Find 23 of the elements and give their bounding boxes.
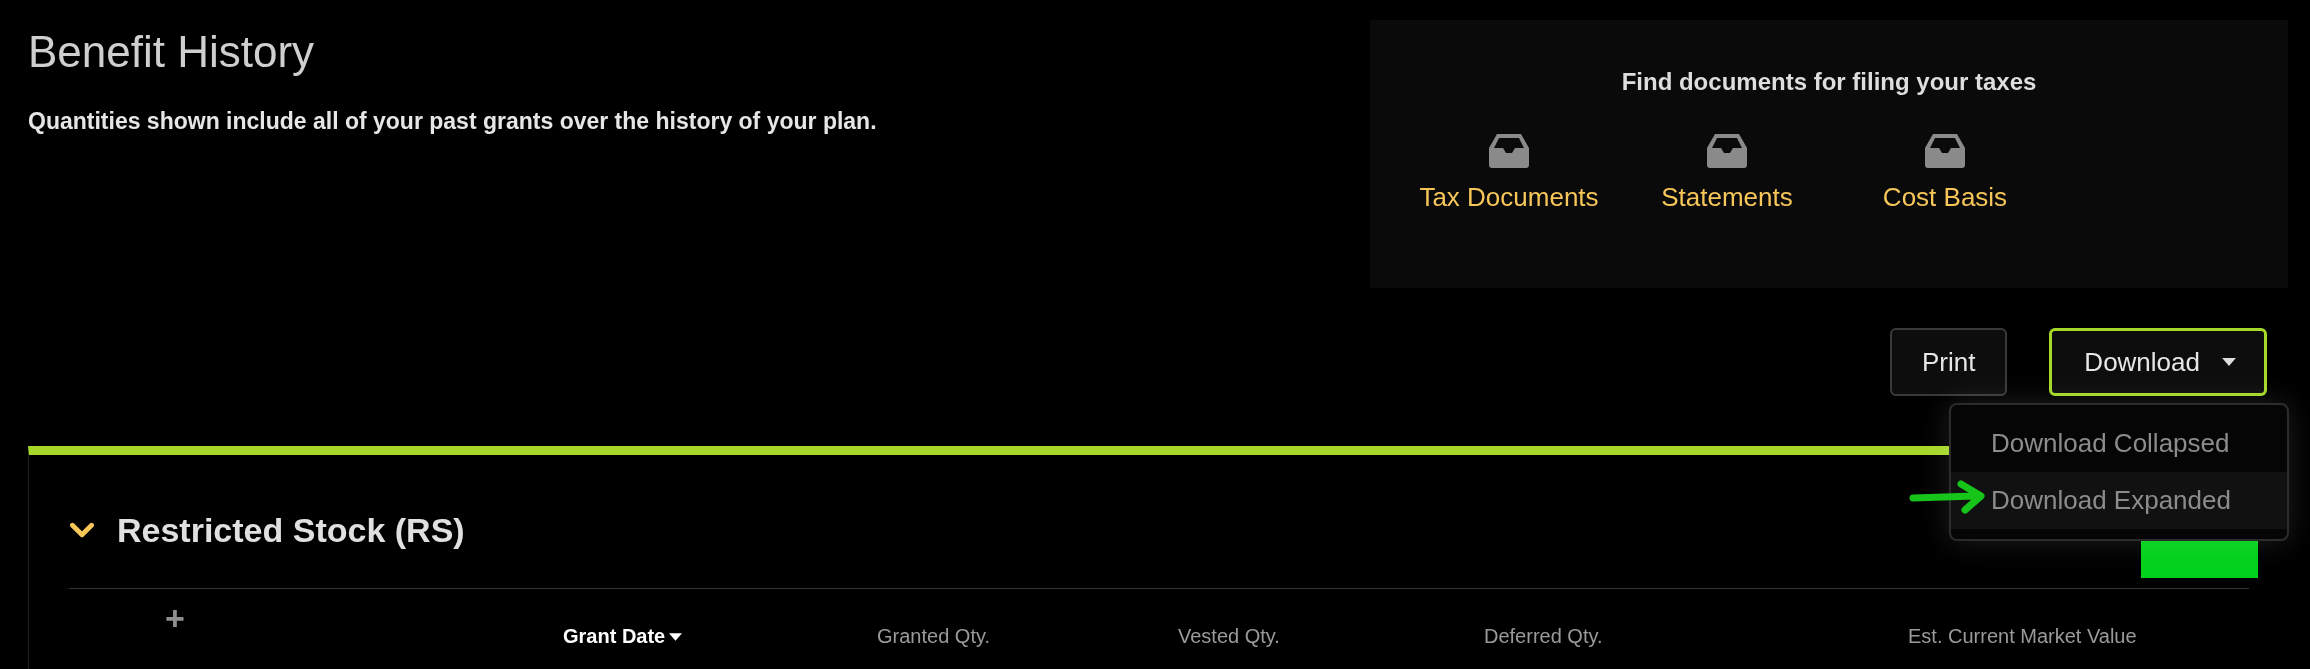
inbox-tray-icon <box>1707 134 1747 168</box>
panel-heading: Find documents for filing your taxes <box>1620 68 2038 96</box>
chevron-down-icon[interactable] <box>69 522 95 539</box>
menu-item[interactable]: Download Expanded <box>1951 472 2287 529</box>
print-button[interactable]: Print <box>1889 328 2008 396</box>
sort-caret-icon <box>669 632 683 641</box>
menu-item[interactable]: Download Collapsed <box>1951 415 2287 472</box>
document-link[interactable]: Statements <box>1618 134 1836 213</box>
inbox-tray-icon <box>1489 134 1529 168</box>
page-subtitle: Quantities shown include all of your past grants over the history of your plan. <box>28 108 877 135</box>
page-title: Benefit History <box>28 26 316 78</box>
inbox-tray-icon <box>1925 134 1965 168</box>
column-header[interactable]: Grant Date <box>563 625 683 648</box>
download-button[interactable]: Download <box>2049 328 2267 396</box>
column-header[interactable]: Vested Qty. <box>1178 625 1280 648</box>
column-header[interactable]: Deferred Qty. <box>1484 625 1603 648</box>
column-header[interactable]: Est. Current Market Value <box>1908 625 2137 648</box>
column-header[interactable]: Granted Qty. <box>877 625 990 648</box>
document-link[interactable]: Tax Documents <box>1400 134 1618 213</box>
document-link[interactable]: Cost Basis <box>1836 134 2054 213</box>
expand-all-button[interactable]: + <box>165 603 185 633</box>
caret-icon <box>2222 358 2236 366</box>
section-title: Restricted Stock (RS) <box>117 511 465 550</box>
